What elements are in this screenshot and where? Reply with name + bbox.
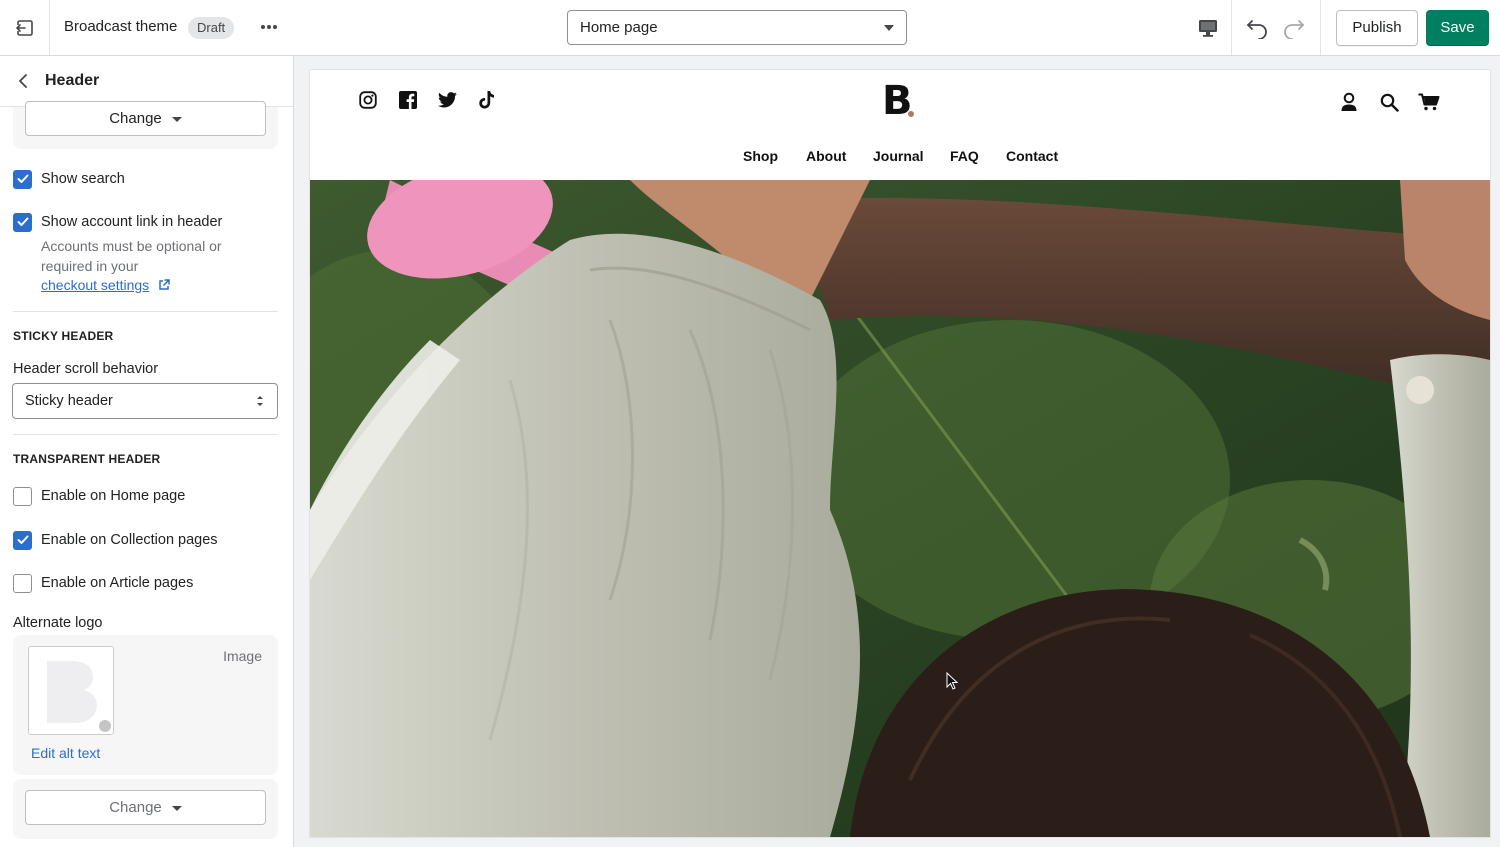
scroll-behavior-label: Header scroll behavior bbox=[13, 361, 159, 377]
alternate-logo-card: Image Edit alt text bbox=[13, 635, 278, 775]
facebook-icon[interactable] bbox=[398, 90, 418, 110]
redo-icon bbox=[1284, 20, 1304, 39]
show-account-setting[interactable]: Show account link in header bbox=[13, 212, 222, 232]
show-account-checkbox[interactable] bbox=[13, 212, 32, 232]
logo-card: Change bbox=[13, 101, 278, 149]
cart-icon[interactable] bbox=[1418, 91, 1440, 113]
hero-image bbox=[310, 180, 1490, 837]
undo-icon bbox=[1247, 20, 1267, 39]
status-badge: Draft bbox=[188, 17, 235, 39]
more-icon bbox=[261, 25, 277, 29]
alternate-logo-label: Alternate logo bbox=[13, 615, 103, 631]
checkmark-icon bbox=[17, 217, 28, 226]
enable-home-setting[interactable]: Enable on Home page bbox=[13, 486, 185, 506]
nav-contact[interactable]: Contact bbox=[1006, 148, 1058, 164]
account-help-line1: Accounts must be optional or bbox=[41, 238, 222, 254]
more-actions-button[interactable] bbox=[256, 14, 282, 40]
external-link-icon bbox=[159, 279, 170, 290]
caret-down-icon bbox=[171, 805, 182, 811]
show-search-label: Show search bbox=[41, 171, 125, 187]
chevron-left-icon bbox=[19, 74, 27, 88]
tiktok-icon[interactable] bbox=[477, 90, 497, 110]
nav-journal[interactable]: Journal bbox=[873, 148, 924, 164]
logo-dot bbox=[908, 111, 914, 117]
caret-down-icon bbox=[171, 116, 182, 122]
settings-sidebar: Header Change Show search Show account l… bbox=[0, 56, 294, 847]
desktop-icon bbox=[1198, 19, 1217, 37]
publish-button[interactable]: Publish bbox=[1336, 10, 1418, 46]
show-account-label: Show account link in header bbox=[41, 214, 223, 230]
checkout-settings-link[interactable]: checkout settings bbox=[41, 277, 149, 293]
search-icon[interactable] bbox=[1378, 91, 1400, 113]
mouse-cursor bbox=[946, 672, 958, 690]
section-title: Header bbox=[45, 72, 100, 89]
twitter-icon[interactable] bbox=[437, 90, 457, 110]
alternate-logo-actions: Change bbox=[13, 779, 278, 839]
enable-collection-setting[interactable]: Enable on Collection pages bbox=[13, 530, 218, 550]
instagram-icon[interactable] bbox=[358, 90, 378, 110]
template-select[interactable]: Home page bbox=[567, 10, 907, 45]
enable-collection-checkbox[interactable] bbox=[13, 530, 32, 550]
storefront-preview: B Shop About Journal FAQ Contact bbox=[310, 70, 1490, 837]
scroll-behavior-value: Sticky header bbox=[25, 393, 113, 409]
logo-change-button[interactable]: Change bbox=[25, 101, 266, 136]
device-preview-button[interactable] bbox=[1184, 0, 1232, 55]
alt-logo-change-button[interactable]: Change bbox=[25, 790, 266, 825]
account-help-line2: required in your bbox=[41, 258, 139, 274]
checkmark-icon bbox=[17, 535, 28, 544]
redo-button[interactable] bbox=[1281, 16, 1307, 40]
enable-article-setting[interactable]: Enable on Article pages bbox=[13, 573, 193, 593]
editor-topbar: Broadcast theme Draft Home page Publish … bbox=[0, 0, 1500, 56]
divider bbox=[13, 311, 278, 312]
nav-about[interactable]: About bbox=[806, 148, 846, 164]
enable-collection-label: Enable on Collection pages bbox=[41, 532, 218, 548]
enable-home-checkbox[interactable] bbox=[13, 486, 32, 506]
toolbar-divider bbox=[1320, 0, 1321, 55]
show-search-checkbox[interactable] bbox=[13, 169, 32, 189]
exit-button[interactable] bbox=[0, 0, 50, 55]
image-type-label: Image bbox=[223, 648, 262, 664]
select-arrows-icon bbox=[257, 396, 263, 406]
store-logo[interactable]: B bbox=[882, 78, 913, 124]
back-button[interactable] bbox=[14, 72, 32, 90]
save-button[interactable]: Save bbox=[1426, 10, 1489, 46]
scroll-behavior-select[interactable]: Sticky header bbox=[12, 383, 278, 419]
enable-home-label: Enable on Home page bbox=[41, 488, 186, 504]
theme-name: Broadcast theme bbox=[64, 18, 178, 35]
hero-photo bbox=[310, 180, 1490, 837]
exit-icon bbox=[15, 19, 33, 36]
edit-alt-text-link[interactable]: Edit alt text bbox=[31, 745, 100, 761]
site-header[interactable]: B Shop About Journal FAQ Contact bbox=[310, 70, 1490, 180]
show-search-setting[interactable]: Show search bbox=[13, 169, 125, 189]
chevron-down-icon bbox=[884, 25, 894, 31]
account-icon[interactable] bbox=[1338, 91, 1360, 113]
template-select-value: Home page bbox=[580, 19, 658, 36]
enable-article-label: Enable on Article pages bbox=[41, 575, 194, 591]
divider bbox=[13, 434, 278, 435]
alt-logo-change-label: Change bbox=[109, 799, 162, 816]
sticky-header-heading: STICKY HEADER bbox=[13, 329, 114, 343]
status-dot bbox=[99, 720, 111, 732]
nav-faq[interactable]: FAQ bbox=[950, 148, 979, 164]
enable-article-checkbox[interactable] bbox=[13, 573, 32, 593]
alternate-logo-thumbnail[interactable] bbox=[28, 646, 114, 735]
sidebar-header: Header bbox=[0, 56, 293, 107]
transparent-header-heading: TRANSPARENT HEADER bbox=[13, 452, 161, 466]
undo-button[interactable] bbox=[1244, 16, 1270, 40]
checkmark-icon bbox=[17, 174, 28, 183]
nav-shop[interactable]: Shop bbox=[743, 148, 778, 164]
logo-change-label: Change bbox=[109, 110, 162, 127]
